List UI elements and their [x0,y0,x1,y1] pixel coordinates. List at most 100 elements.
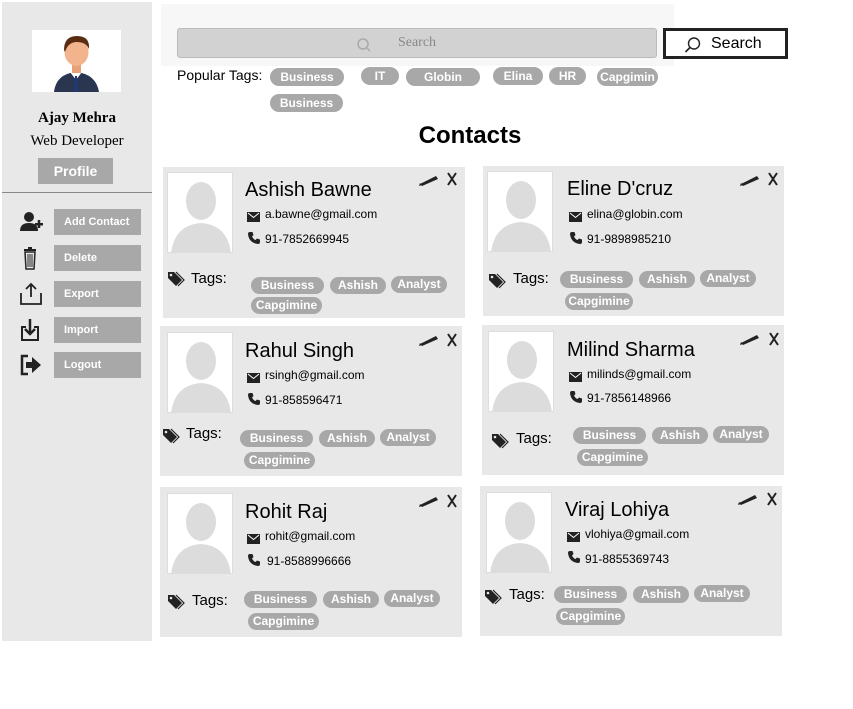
contact-email: a.bawne@gmail.com [265,207,378,221]
contact-name: Eline D'cruz [567,178,674,200]
user-avatar [32,30,121,92]
contact-tag[interactable]: Capgimine [248,613,319,630]
pencil-icon[interactable] [418,333,440,347]
scissors-icon[interactable] [768,332,780,346]
contact-tag[interactable]: Ashish [639,271,695,288]
contact-phone: 91-9898985210 [587,232,672,246]
contact-tag[interactable]: Business [573,427,646,444]
contact-tag[interactable]: Analyst [694,585,750,602]
contact-tag[interactable]: Capgimine [577,449,648,466]
search-placeholder-icon [356,36,372,52]
add-contact-button[interactable]: Add Contact [54,209,141,235]
contact-tag[interactable]: Analyst [713,426,769,443]
import-icon [18,317,44,343]
contact-tag[interactable]: Capgimine [565,293,633,310]
trash-icon [18,245,44,271]
contact-name: Viraj Lohiya [565,499,670,521]
contact-tag[interactable]: Ashish [319,430,375,447]
contact-phone: 91-858596471 [265,393,343,407]
sidebar-item-export[interactable]: Export [2,281,152,307]
popular-tag[interactable]: IT [361,67,399,85]
contact-photo [487,171,553,252]
sidebar: Ajay Mehra Web Developer Profile Add Con… [2,2,152,641]
popular-tag[interactable]: Capgimin [597,68,658,86]
tags-label: Tags: [513,270,549,287]
sidebar-item-delete[interactable]: Delete [2,245,152,271]
user-name: Ajay Mehra [38,110,116,126]
logout-icon [18,352,44,378]
contact-card: Rohit Raj rohit@gmail.com 91-8588996666 … [160,487,462,637]
sidebar-item-import[interactable]: Import [2,317,152,343]
export-icon [18,281,44,307]
popular-tag[interactable]: Business [270,94,343,112]
contact-tag[interactable]: Analyst [380,429,436,446]
scissors-icon[interactable] [446,494,458,508]
tags-label: Tags: [509,586,545,603]
contact-phone: 91-8855369743 [585,552,670,566]
delete-button[interactable]: Delete [54,245,141,271]
contact-tag[interactable]: Analyst [391,276,447,293]
popular-tag[interactable]: HR [549,67,586,85]
search-icon [684,36,702,54]
tag-icon [484,588,502,606]
contact-tag[interactable]: Ashish [652,427,708,444]
popular-tag[interactable]: Elina [493,67,543,85]
profile-button[interactable]: Profile [38,158,113,184]
contact-email: elina@globin.com [587,207,683,221]
contact-tag[interactable]: Capgimine [556,608,625,625]
contact-card: Viraj Lohiya vlohiya@gmail.com 91-885536… [480,486,782,636]
contact-tag[interactable]: Business [560,271,633,288]
contact-tag[interactable]: Ashish [633,586,689,603]
contact-tag[interactable]: Business [244,591,317,608]
contact-tag[interactable]: Analyst [384,590,440,607]
import-button[interactable]: Import [54,317,141,343]
search-placeholder: Search [397,35,437,50]
contact-tag[interactable]: Capgimine [244,452,315,469]
pencil-icon[interactable] [739,332,761,346]
contact-photo [486,492,552,573]
contact-phone: 91-7856148966 [587,391,672,405]
contact-tag[interactable]: Business [554,586,627,603]
add-user-icon [18,209,44,235]
contact-photo [167,332,233,413]
pencil-icon[interactable] [418,494,440,508]
search-input[interactable]: Search [177,28,657,58]
mail-icon [247,531,260,544]
sidebar-item-logout[interactable]: Logout [2,352,152,378]
phone-icon [569,390,583,404]
logout-button[interactable]: Logout [54,352,141,378]
contact-tag[interactable]: Capgimine [251,297,322,314]
export-button[interactable]: Export [54,281,141,307]
phone-icon [569,231,583,245]
popular-tag[interactable]: Business [270,68,344,86]
contact-photo [167,172,233,253]
pencil-icon[interactable] [739,173,761,187]
phone-icon [247,231,261,245]
popular-tag[interactable]: Globin [406,68,480,86]
scissors-icon[interactable] [446,333,458,347]
contact-tag[interactable]: Analyst [700,270,756,287]
contact-tag[interactable]: Business [240,430,313,447]
search-button[interactable]: Search [663,28,788,59]
pencil-icon[interactable] [418,173,440,187]
page-title: Contacts [418,122,522,149]
sidebar-item-add-contact[interactable]: Add Contact [2,209,152,235]
tag-icon [162,427,180,445]
scissors-icon[interactable] [446,172,458,186]
contact-tag[interactable]: Ashish [330,277,386,294]
contact-card: Milind Sharma milinds@gmail.com 91-78561… [482,325,784,475]
contact-tag[interactable]: Ashish [323,591,379,608]
tag-icon [488,272,506,290]
scissors-icon[interactable] [766,492,778,506]
scissors-icon[interactable] [767,172,779,186]
tags-label: Tags: [516,430,552,447]
tag-icon [167,593,185,611]
contact-phone: 91-8588996666 [267,554,352,568]
contact-tag[interactable]: Business [251,277,324,294]
pencil-icon[interactable] [737,492,759,506]
contact-email: rsingh@gmail.com [265,368,365,382]
mail-icon [247,209,260,222]
contact-name: Ashish Bawne [245,179,372,201]
tag-icon [491,432,509,450]
contact-name: Rohit Raj [245,501,328,523]
